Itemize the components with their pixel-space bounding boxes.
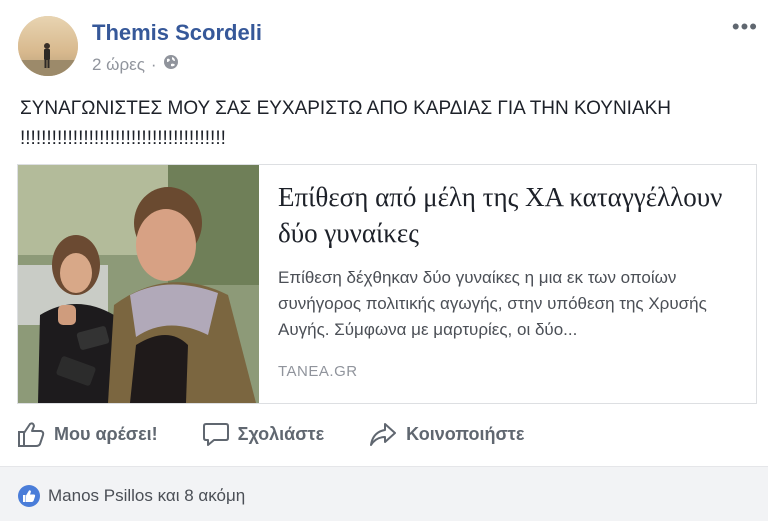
author-name[interactable]: Themis Scordeli — [92, 20, 262, 46]
like-reaction-icon — [18, 485, 40, 507]
post-text: ΣΥΝΑΓΩΝΙΣΤΕΣ ΜΟΥ ΣΑΣ ΕΥΧΑΡΙΣΤΩ ΑΠΟ ΚΑΡΔΙ… — [20, 98, 672, 149]
comment-button[interactable]: Σχολιάστε — [202, 420, 324, 448]
link-card-body: Επίθεση από μέλη της ΧΑ καταγγέλλουν δύο… — [278, 179, 738, 343]
thumbs-up-icon — [18, 422, 45, 447]
avatar-photo — [18, 16, 78, 76]
share-icon — [370, 423, 397, 446]
like-button[interactable]: Μου αρέσει! — [16, 420, 158, 448]
likes-summary[interactable]: Manos Psillos και 8 ακόμη — [18, 485, 245, 507]
link-preview-card[interactable]: Επίθεση από μέλη της ΧΑ καταγγέλλουν δύο… — [17, 164, 757, 404]
meta-separator: · — [150, 54, 157, 74]
post-meta: 2 ώρες · — [92, 54, 179, 75]
article-domain: TANEA.GR — [278, 363, 358, 380]
globe-icon[interactable] — [163, 54, 179, 75]
comment-icon — [202, 423, 229, 446]
likes-text: Manos Psillos και 8 ακόμη — [48, 486, 246, 505]
article-description: Επίθεση δέχθηκαν δύο γυναίκες η μια εκ τ… — [278, 268, 707, 339]
facebook-post: Themis Scordeli 2 ώρες · ••• ΣΥΝΑΓΩΝΙΣΤΕ… — [0, 0, 768, 521]
action-bar: Μου αρέσει! Σχολιάστε Κοινοποιήστε — [0, 414, 768, 454]
like-label: Μου αρέσει! — [54, 423, 158, 444]
post-timestamp[interactable]: 2 ώρες — [92, 55, 145, 75]
article-thumbnail[interactable] — [18, 165, 259, 403]
ellipsis-icon[interactable]: ••• — [732, 14, 758, 40]
comment-label: Σχολιάστε — [237, 423, 325, 444]
article-headline[interactable]: Επίθεση από μέλη της ΧΑ καταγγέλλουν δύο… — [278, 179, 738, 251]
reactions-bar: Manos Psillos και 8 ακόμη — [0, 466, 768, 521]
avatar[interactable] — [18, 16, 78, 76]
share-label: Κοινοποιήστε — [406, 423, 525, 444]
share-button[interactable]: Κοινοποιήστε — [368, 420, 524, 448]
